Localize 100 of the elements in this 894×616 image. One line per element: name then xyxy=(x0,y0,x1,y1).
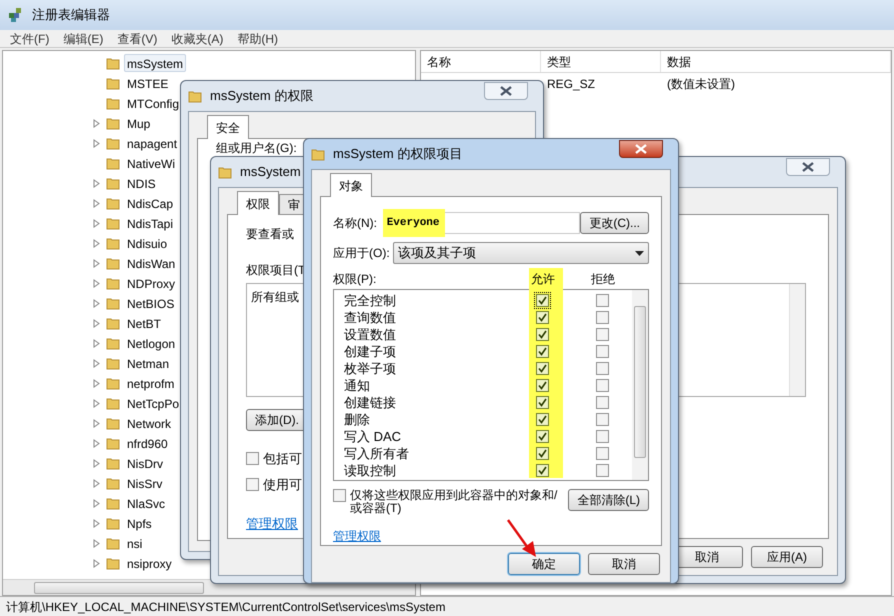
tree-item[interactable]: Netman xyxy=(124,354,172,372)
menu-item[interactable]: 查看(V) xyxy=(117,30,158,48)
tree-item[interactable]: NativeWi xyxy=(124,154,178,172)
deny-checkbox[interactable] xyxy=(596,447,608,460)
tree-item[interactable]: NetTcpPo xyxy=(124,394,182,412)
permission-name: 查询数值 xyxy=(343,308,397,327)
tree-item[interactable]: NlaSvc xyxy=(124,494,168,512)
allow-checkbox[interactable] xyxy=(536,430,548,443)
close-button[interactable] xyxy=(786,158,830,176)
tree-item[interactable]: Netlogon xyxy=(124,334,178,352)
deny-checkbox[interactable] xyxy=(596,430,608,443)
allow-checkbox[interactable] xyxy=(536,464,548,477)
tree-item[interactable]: NdisTapi xyxy=(124,214,176,232)
allow-checkbox[interactable] xyxy=(536,345,548,358)
folder-icon xyxy=(106,216,120,230)
column-header[interactable]: 所有组或 xyxy=(251,290,299,304)
tree-item[interactable]: NisSrv xyxy=(124,474,166,492)
folder-icon xyxy=(106,56,120,70)
tree-item[interactable]: nfrd960 xyxy=(124,434,171,452)
dialog-button[interactable]: 应用(A) xyxy=(751,546,823,568)
deny-checkbox[interactable] xyxy=(596,294,608,307)
dropdown-arrow-icon xyxy=(635,250,644,256)
tree-item[interactable]: Mup xyxy=(124,114,154,132)
column-header[interactable]: 名称 xyxy=(421,51,541,72)
tree-item[interactable]: Npfs xyxy=(124,514,155,532)
manage-permissions-link[interactable]: 管理权限 xyxy=(246,514,298,534)
tree-item[interactable]: NetBT xyxy=(124,314,164,332)
deny-checkbox[interactable] xyxy=(596,464,608,477)
folder-icon xyxy=(106,296,120,310)
deny-checkbox[interactable] xyxy=(596,362,608,375)
allow-checkbox[interactable] xyxy=(536,447,548,460)
tree-item[interactable]: msSystem xyxy=(124,54,186,72)
allow-checkbox[interactable] xyxy=(536,294,548,307)
allow-checkbox[interactable] xyxy=(536,396,548,409)
tree-item[interactable]: NDProxy xyxy=(124,274,178,292)
folder-icon xyxy=(106,436,120,450)
field-label: 权限(P): xyxy=(333,271,378,288)
tree-item[interactable]: MTConfig xyxy=(124,94,182,112)
tree-item[interactable]: NdisCap xyxy=(124,194,176,212)
checkbox[interactable] xyxy=(333,489,346,502)
permission-name: 写入所有者 xyxy=(343,444,410,463)
clear-all-button[interactable]: 全部清除(L) xyxy=(568,489,649,511)
checkbox[interactable] xyxy=(246,452,259,466)
allow-checkbox[interactable] xyxy=(536,362,548,375)
deny-checkbox[interactable] xyxy=(596,311,608,324)
menu-item[interactable]: 编辑(E) xyxy=(63,30,104,48)
tree-item[interactable]: MSTEE xyxy=(124,74,172,92)
tree-item[interactable]: nsiproxy xyxy=(124,554,175,572)
permission-name: 设置数值 xyxy=(343,326,397,344)
tree-item[interactable]: Ndisuio xyxy=(124,234,170,252)
instruction-text: 要查看或 xyxy=(246,226,294,243)
dialog-button[interactable]: 确定 xyxy=(508,553,580,575)
tree-item[interactable]: NetBIOS xyxy=(124,294,178,312)
vertical-scrollbar[interactable] xyxy=(632,290,648,480)
change-button[interactable]: 更改(C)... xyxy=(580,212,649,234)
deny-checkbox[interactable] xyxy=(596,396,608,409)
folder-icon xyxy=(188,89,202,103)
folder-icon xyxy=(106,76,120,90)
checkbox-label: 包括可 xyxy=(263,450,302,468)
tab[interactable]: 权限 xyxy=(237,191,279,215)
folder-icon xyxy=(106,156,120,170)
deny-checkbox[interactable] xyxy=(596,345,608,358)
menu-item[interactable]: 文件(F) xyxy=(10,30,50,48)
tab[interactable]: 安全 xyxy=(207,115,249,139)
tree-item[interactable]: netprofm xyxy=(124,374,178,392)
column-header: 拒绝 xyxy=(590,271,616,288)
menu-item[interactable]: 帮助(H) xyxy=(237,30,278,48)
tree-item[interactable]: NisDrv xyxy=(124,454,166,472)
allow-checkbox[interactable] xyxy=(536,379,548,392)
folder-icon xyxy=(106,316,120,330)
allow-checkbox[interactable] xyxy=(536,413,548,426)
permission-name: 创建子项 xyxy=(343,342,397,361)
field-label: 组或用户名(G): xyxy=(216,140,297,157)
deny-checkbox[interactable] xyxy=(596,379,608,392)
allow-checkbox[interactable] xyxy=(536,311,548,324)
tree-item[interactable]: NdisWan xyxy=(124,254,178,272)
deny-checkbox[interactable] xyxy=(596,328,608,341)
apply-to-dropdown[interactable]: 该项及其子项 xyxy=(393,242,649,264)
annotation-arrow xyxy=(506,518,538,558)
tree-item[interactable]: NDIS xyxy=(124,174,159,192)
column-header[interactable]: 数据 xyxy=(661,51,891,72)
folder-icon xyxy=(106,376,120,390)
deny-checkbox[interactable] xyxy=(596,413,608,426)
tree-item[interactable]: Network xyxy=(124,414,174,432)
close-button[interactable] xyxy=(484,82,528,100)
close-button[interactable] xyxy=(619,140,663,158)
tree-item[interactable]: nsi xyxy=(124,534,146,552)
name-field[interactable]: Everyone xyxy=(384,212,580,234)
folder-icon xyxy=(106,176,120,190)
tab[interactable]: 对象 xyxy=(330,173,372,197)
folder-icon xyxy=(311,147,325,161)
dialog-button[interactable]: 取消 xyxy=(588,553,660,575)
vertical-scrollbar[interactable] xyxy=(789,284,805,396)
tree-item[interactable]: napagent xyxy=(124,134,180,152)
checkbox[interactable] xyxy=(246,478,259,491)
menu-item[interactable]: 收藏夹(A) xyxy=(171,30,224,48)
column-header[interactable]: 类型 xyxy=(541,51,661,72)
manage-permissions-link[interactable]: 管理权限 xyxy=(333,527,381,545)
field-label: 应用于(O): xyxy=(333,245,391,262)
allow-checkbox[interactable] xyxy=(536,328,548,341)
